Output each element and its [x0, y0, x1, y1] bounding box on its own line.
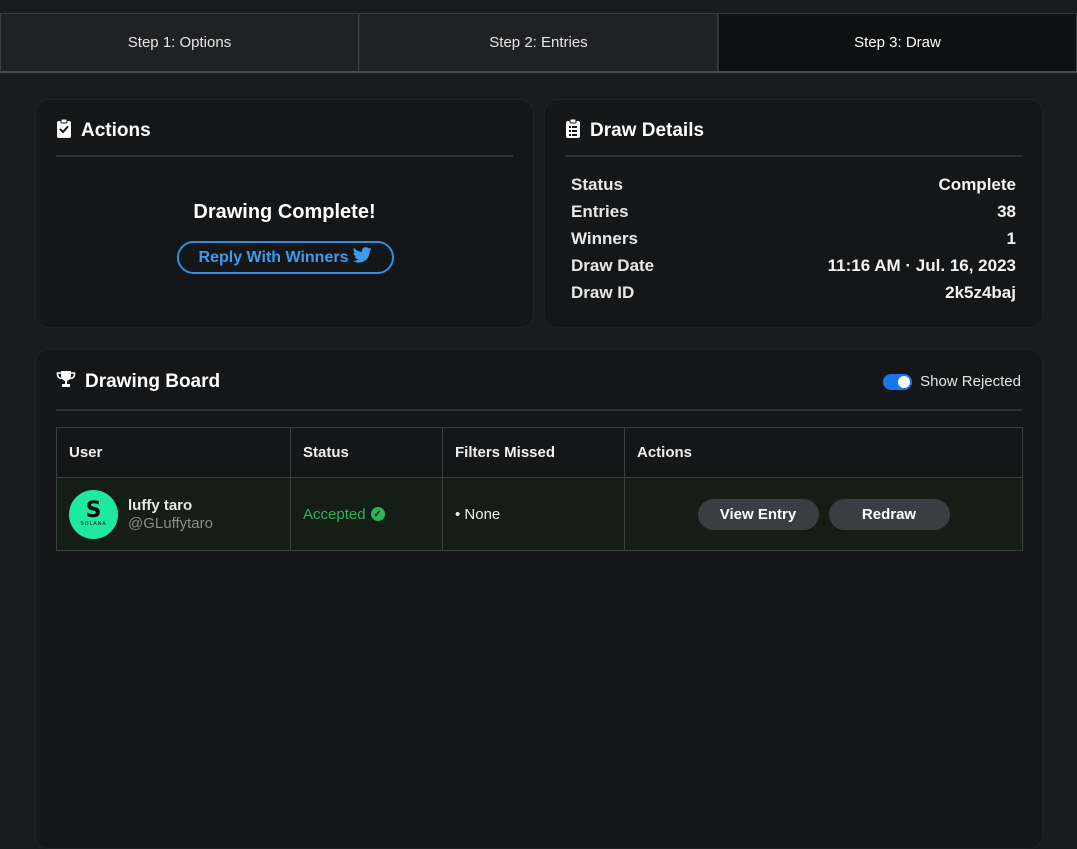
status-cell: Accepted ✓ — [290, 477, 443, 551]
actions-card: Actions Drawing Complete! Reply With Win… — [35, 99, 534, 328]
tab-step-3-draw[interactable]: Step 3: Draw — [718, 14, 1077, 71]
actions-header: Actions — [56, 118, 151, 144]
detail-row-winners: Winners 1 — [571, 229, 1016, 256]
avatar-text: SOLANA — [80, 521, 107, 527]
detail-value: 38 — [997, 202, 1016, 221]
detail-value: 2k5z4baj — [945, 283, 1016, 302]
step-tabs: Step 1: Options Step 2: Entries Step 3: … — [0, 14, 1077, 73]
solana-logo-icon: S — [85, 498, 102, 523]
divider — [56, 409, 1022, 411]
drawing-board-header: Drawing Board — [56, 370, 220, 394]
detail-row-entries: Entries 38 — [571, 202, 1016, 229]
top-strip — [0, 0, 1077, 14]
detail-row-draw-date: Draw Date 11:16 AM · Jul. 16, 2023 — [571, 256, 1016, 283]
column-header-user: User — [56, 427, 291, 478]
show-rejected-control: Show Rejected — [883, 373, 1021, 390]
draw-details-header: Draw Details — [565, 118, 704, 144]
detail-label: Winners — [571, 229, 638, 248]
table-header-row: User Status Filters Missed Actions — [56, 427, 1023, 478]
table-row: S SOLANA luffy taro @GLuffytaro Accepted… — [56, 477, 1023, 551]
actions-cell: View Entry Redraw — [624, 477, 1023, 551]
filters-missed-cell: • None — [442, 477, 625, 551]
view-entry-button[interactable]: View Entry — [697, 498, 819, 530]
detail-label: Draw Date — [571, 256, 655, 275]
show-rejected-toggle[interactable] — [883, 373, 913, 390]
entries-table: User Status Filters Missed Actions S SOL… — [56, 427, 1023, 551]
details-list: Status Complete Entries 38 Winners 1 Dra… — [571, 175, 1016, 310]
detail-label: Draw ID — [571, 283, 635, 302]
status-badge: Accepted — [303, 505, 366, 523]
avatar[interactable]: S SOLANA — [69, 489, 118, 539]
detail-row-status: Status Complete — [571, 175, 1016, 202]
drawing-board-title: Drawing Board — [85, 371, 221, 392]
divider — [565, 155, 1022, 157]
drawing-board-card: Drawing Board Show Rejected User Status … — [35, 349, 1043, 849]
detail-value: 1 — [1006, 229, 1016, 248]
clipboard-check-icon — [56, 118, 72, 144]
divider — [56, 155, 513, 157]
detail-value: 11:16 AM · Jul. 16, 2023 — [827, 256, 1016, 275]
draw-details-title: Draw Details — [590, 120, 705, 141]
actions-title: Actions — [81, 120, 151, 141]
clipboard-list-icon — [565, 118, 581, 144]
tab-step-1-options[interactable]: Step 1: Options — [0, 14, 359, 71]
user-name: luffy taro — [128, 496, 193, 514]
show-rejected-label: Show Rejected — [920, 373, 1021, 390]
detail-label: Entries — [571, 202, 629, 221]
user-cell: S SOLANA luffy taro @GLuffytaro — [56, 477, 291, 551]
column-header-filters-missed: Filters Missed — [442, 427, 625, 478]
draw-details-card: Draw Details Status Complete Entries 38 … — [544, 99, 1043, 328]
column-header-status: Status — [290, 427, 443, 478]
detail-row-draw-id: Draw ID 2k5z4baj — [571, 283, 1016, 310]
detail-label: Status — [571, 175, 623, 194]
trophy-icon — [56, 370, 76, 394]
reply-with-winners-button[interactable]: Reply With Winners — [177, 241, 394, 274]
detail-value: Complete — [938, 175, 1016, 194]
drawing-complete-message: Drawing Complete! — [193, 201, 376, 223]
reply-button-label: Reply With Winners — [198, 248, 349, 266]
redraw-button[interactable]: Redraw — [828, 498, 950, 530]
column-header-actions: Actions — [624, 427, 1023, 478]
tab-step-2-entries[interactable]: Step 2: Entries — [359, 14, 718, 71]
check-circle-icon: ✓ — [370, 507, 385, 521]
user-handle: @GLuffytaro — [128, 514, 213, 532]
twitter-bird-icon — [353, 247, 373, 268]
